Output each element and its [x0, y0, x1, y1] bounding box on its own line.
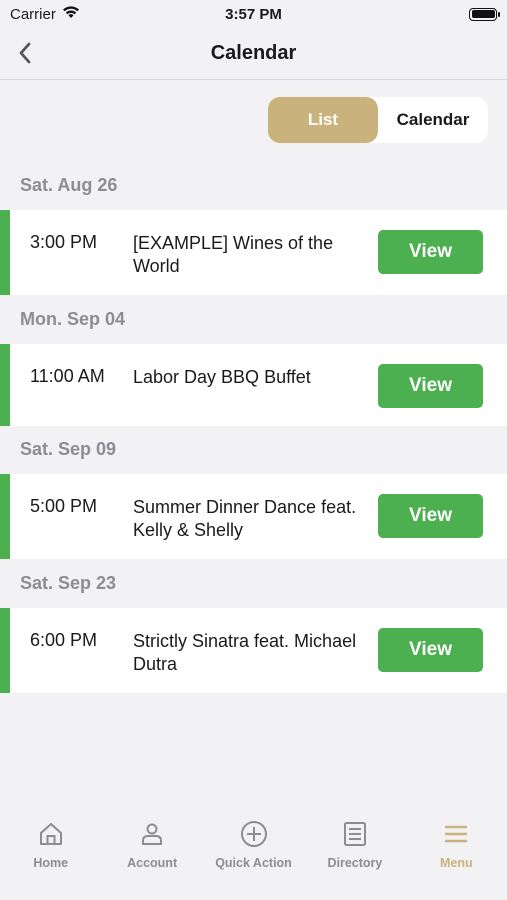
event-title: [EXAMPLE] Wines of the World [133, 233, 334, 276]
battery-icon [469, 7, 500, 21]
event-title: Strictly Sinatra feat. Michael Dutra [133, 631, 357, 674]
event-time: 6:00 PM [30, 630, 98, 650]
page-title: Calendar [210, 42, 297, 64]
tab-quick-action[interactable]: Quick Action [203, 808, 304, 900]
tab-directory[interactable]: Directory [304, 808, 405, 900]
navigation-bar: Calendar [0, 28, 507, 80]
date-header: Sat. Sep 23 [20, 573, 117, 593]
tab-bar: Home Account Quick Action Directory Menu [0, 808, 507, 900]
event-row: 6:00 PM Strictly Sinatra feat. Michael D… [0, 608, 507, 693]
person-icon [138, 820, 166, 848]
view-event-button[interactable]: View [378, 628, 483, 672]
status-bar: Carrier 3:57 PM [0, 0, 507, 28]
event-time: 5:00 PM [30, 496, 98, 516]
tab-label: Account [127, 856, 178, 870]
carrier-label: Carrier [10, 5, 56, 23]
event-title: Labor Day BBQ Buffet [133, 367, 311, 387]
tab-label: Menu [440, 856, 473, 870]
event-accent-bar [0, 608, 10, 693]
tab-account[interactable]: Account [101, 808, 202, 900]
view-event-button[interactable]: View [378, 364, 483, 408]
event-accent-bar [0, 210, 10, 295]
wifi-icon [62, 5, 80, 23]
event-time: 3:00 PM [30, 232, 98, 252]
back-button[interactable] [10, 38, 40, 68]
home-icon [37, 820, 65, 848]
view-mode-segmented-control: List Calendar [268, 97, 488, 143]
date-header: Sat. Aug 26 [20, 175, 118, 195]
tab-label: Quick Action [215, 856, 292, 870]
segment-calendar-button[interactable]: Calendar [378, 97, 488, 143]
date-header: Mon. Sep 04 [20, 309, 126, 329]
event-accent-bar [0, 474, 10, 559]
event-row: 3:00 PM [EXAMPLE] Wines of the World Vie… [0, 210, 507, 295]
tab-label: Home [33, 856, 69, 870]
event-row: 5:00 PM Summer Dinner Dance feat. Kelly … [0, 474, 507, 559]
chevron-left-icon [19, 42, 31, 64]
plus-circle-icon [240, 820, 268, 848]
event-title: Summer Dinner Dance feat. Kelly & Shelly [133, 497, 357, 540]
event-time: 11:00 AM [30, 366, 105, 386]
event-row: 11:00 AM Labor Day BBQ Buffet View [0, 344, 507, 426]
event-accent-bar [0, 344, 10, 426]
tab-label: Directory [327, 856, 383, 870]
date-header: Sat. Sep 09 [20, 439, 117, 459]
view-event-button[interactable]: View [378, 230, 483, 274]
tab-home[interactable]: Home [0, 808, 101, 900]
status-left: Carrier [10, 5, 80, 23]
view-event-button[interactable]: View [378, 494, 483, 538]
menu-icon [442, 820, 470, 848]
tab-menu[interactable]: Menu [406, 808, 507, 900]
segment-list-button[interactable]: List [268, 97, 378, 143]
directory-icon [341, 820, 369, 848]
